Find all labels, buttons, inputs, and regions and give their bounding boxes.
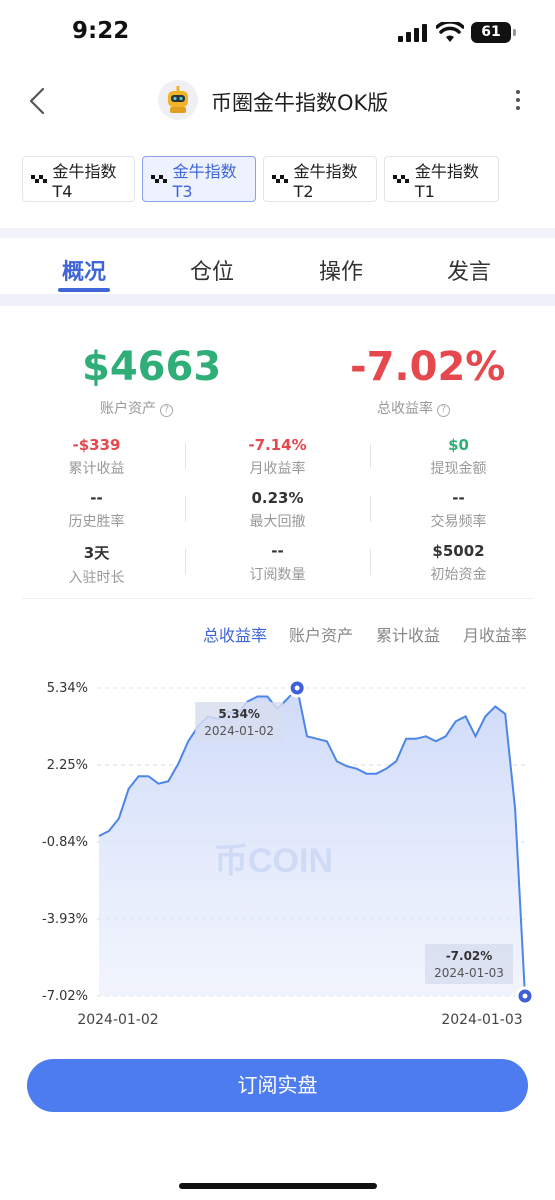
- chart-watermark: 币COIN: [214, 842, 333, 880]
- stat-monthly-return: -7.14% 月收益率: [185, 436, 370, 478]
- version-tab-t4[interactable]: 金牛指数T4: [22, 156, 135, 202]
- stat-value: --: [90, 489, 103, 507]
- y-tick-label: 5.34%: [47, 681, 88, 696]
- highlight-point-center: [522, 993, 528, 999]
- stat-value: --: [271, 542, 284, 560]
- stat-trade-frequency: -- 交易频率: [366, 489, 551, 531]
- annotation-date: 2024-01-03: [434, 966, 504, 980]
- tab-posts[interactable]: 发言: [447, 254, 491, 286]
- chart-tab-monthly-return[interactable]: 月收益率: [463, 622, 527, 646]
- version-tab-t2[interactable]: 金牛指数T2: [263, 156, 377, 202]
- robot-avatar-icon: [158, 80, 198, 120]
- stat-label: 订阅数量: [249, 567, 306, 583]
- tab-positions[interactable]: 仓位: [190, 254, 234, 286]
- stat-label: 初始资金: [430, 567, 487, 583]
- version-tab-label: 金牛指数T2: [293, 161, 358, 201]
- stat-label: 累计收益: [68, 461, 125, 477]
- home-indicator: [179, 1183, 377, 1189]
- x-tick-label: 2024-01-02: [77, 1012, 158, 1028]
- version-tab-t3[interactable]: 金牛指数T3: [142, 156, 256, 202]
- chart-tab-account-assets[interactable]: 账户资产: [289, 622, 353, 646]
- stat-withdrawal: $0 提现金额: [366, 436, 551, 478]
- tab-operations[interactable]: 操作: [319, 254, 363, 286]
- annotation-value: 5.34%: [218, 707, 260, 721]
- stat-label: 提现金额: [430, 461, 487, 477]
- okx-logo-icon: [393, 175, 411, 183]
- chart-tab-total-return[interactable]: 总收益率: [203, 622, 267, 646]
- stat-initial-capital: $5002 初始资金: [366, 542, 551, 584]
- divider: [22, 598, 533, 599]
- version-tab-t1[interactable]: 金牛指数T1: [384, 156, 499, 202]
- status-time: 9:22: [72, 18, 130, 44]
- version-tab-label: 金牛指数T3: [172, 161, 237, 201]
- help-icon[interactable]: ?: [160, 404, 173, 417]
- okx-logo-icon: [31, 175, 48, 183]
- okx-logo-icon: [272, 175, 290, 183]
- section-divider: [0, 294, 555, 306]
- total-return-label: 总收益率?: [377, 398, 450, 418]
- section-divider: [0, 228, 555, 238]
- divider: [370, 496, 371, 522]
- stat-win-rate: -- 历史胜率: [4, 489, 189, 531]
- page-title: 币圈金牛指数OK版: [211, 91, 389, 115]
- stat-subscriptions: -- 订阅数量: [185, 542, 370, 584]
- stat-label: 最大回撤: [249, 514, 306, 530]
- divider: [370, 549, 371, 575]
- divider: [185, 443, 186, 469]
- stat-value: $5002: [432, 542, 485, 560]
- more-options-icon[interactable]: [506, 86, 530, 118]
- subscribe-button[interactable]: 订阅实盘: [27, 1059, 528, 1112]
- stat-label: 交易频率: [430, 514, 487, 530]
- stat-value: 0.23%: [251, 489, 304, 507]
- divider: [185, 496, 186, 522]
- back-icon[interactable]: [24, 86, 54, 116]
- total-return-value: -7.02%: [350, 344, 506, 390]
- annotation-date: 2024-01-02: [204, 724, 274, 738]
- nav-bar: 币圈金牛指数OK版: [0, 70, 555, 132]
- battery-icon: 61: [471, 22, 516, 43]
- stat-duration: 3天 入驻时长: [4, 542, 189, 587]
- stat-value: --: [452, 489, 465, 507]
- stat-value: -7.14%: [248, 436, 307, 454]
- y-tick-label: -3.93%: [42, 912, 88, 927]
- version-tab-label: 金牛指数T1: [414, 161, 479, 201]
- stat-cumulative-profit: -$339 累计收益: [4, 436, 189, 478]
- stat-label: 历史胜率: [68, 514, 125, 530]
- stat-value: $0: [448, 436, 469, 454]
- y-tick-label: -7.02%: [42, 989, 88, 1004]
- tab-overview[interactable]: 概况: [62, 254, 106, 286]
- stat-label: 入驻时长: [68, 570, 125, 586]
- section-tabs: 概况 仓位 操作 发言: [0, 238, 555, 296]
- stat-max-drawdown: 0.23% 最大回撤: [185, 489, 370, 531]
- okx-logo-icon: [151, 175, 169, 183]
- version-tab-label: 金牛指数T4: [52, 161, 117, 201]
- wifi-icon: [436, 22, 464, 42]
- status-bar: 9:22 61: [0, 0, 555, 64]
- cellular-signal-icon: [398, 24, 428, 42]
- chart-tab-cumulative-profit[interactable]: 累计收益: [376, 622, 440, 646]
- divider: [185, 549, 186, 575]
- highlight-point-center: [294, 685, 300, 691]
- account-assets-label-text: 账户资产: [100, 401, 156, 417]
- return-chart: 币COIN 5.34% 2.25% -0.84% -3.93% -7.02% 2024-…: [42, 678, 535, 1028]
- account-assets-value: $4663: [82, 344, 222, 390]
- account-assets-label: 账户资产?: [100, 398, 173, 418]
- x-tick-label: 2024-01-03: [441, 1012, 522, 1028]
- stat-value: 3天: [83, 544, 110, 562]
- stat-label: 月收益率: [249, 461, 306, 477]
- total-return-label-text: 总收益率: [377, 401, 433, 417]
- y-tick-label: 2.25%: [47, 758, 88, 773]
- stat-value: -$339: [72, 436, 121, 454]
- annotation-value: -7.02%: [446, 949, 493, 963]
- help-icon[interactable]: ?: [437, 404, 450, 417]
- divider: [370, 443, 371, 469]
- active-tab-indicator: [58, 288, 110, 292]
- y-tick-label: -0.84%: [42, 835, 88, 850]
